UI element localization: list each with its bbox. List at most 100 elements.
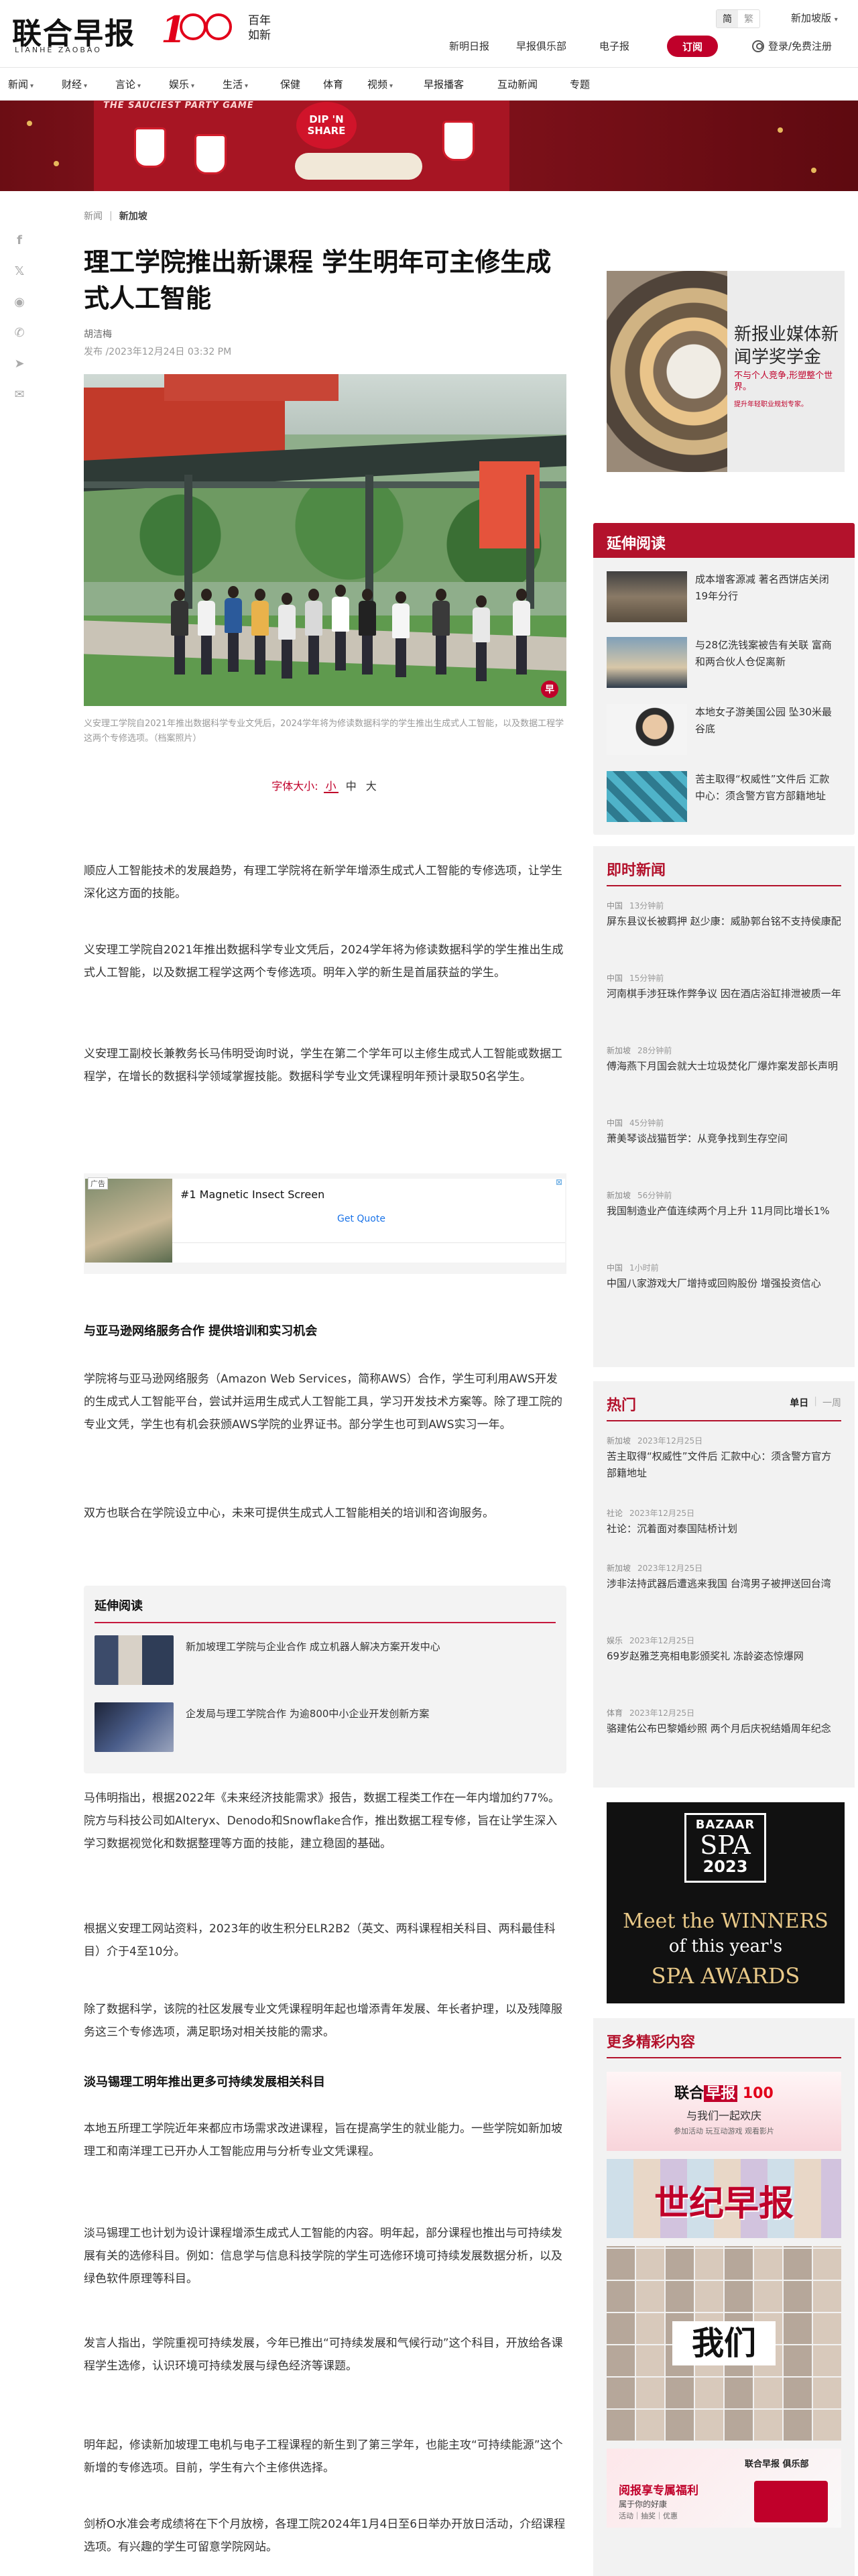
promo-subtitle: 不与个人竞争,形塑整个世界。 <box>734 371 833 392</box>
telegram-icon[interactable]: ➤ <box>11 355 28 372</box>
font-size-small[interactable]: 小 <box>323 777 339 793</box>
user-icon <box>752 40 764 52</box>
banner-creative: THE SAUCIEST PARTY GAME DIP 'N SHARE <box>94 101 509 191</box>
nav-item-health[interactable]: 保健 <box>280 77 300 91</box>
related-item[interactable]: 企发局与理工学院合作 为逾800中小企业开发创新方案 <box>95 1702 556 1755</box>
sidebar-related-item[interactable]: 苦主取得“权威性”文件后 汇款中心：须含警方官方部籍地址 <box>607 771 841 825</box>
wechat-icon[interactable]: ◉ <box>11 293 28 310</box>
share-rail: f 𝕏 ◉ ✆ ➤ ✉ <box>11 231 31 416</box>
breadcrumb: 新闻 | 新加坡 <box>84 208 566 224</box>
promo-title: 新报业媒体新闻学奖学金 <box>734 325 839 367</box>
zaobao-watermark-icon: 早 <box>541 681 558 698</box>
article-author[interactable]: 胡洁梅 <box>84 327 566 341</box>
lang-traditional[interactable]: 繁 <box>738 10 759 27</box>
article-paragraph: 义安理工副校长兼教务长马伟明受询时说，学生在第二个学年可以主修生成式人工智能或数… <box>84 1047 562 1084</box>
instant-news-headline: 河南棋手涉狂珠作弊争议 因在酒店浴缸排泄被质一年 <box>607 988 841 1000</box>
article-paragraph: 顺应人工智能技术的发展趋势，有理工学院将在新学年增添生成式人工智能的专修选项，让… <box>84 864 562 900</box>
font-size-large[interactable]: 大 <box>364 777 379 793</box>
sidebar-related-headline: 本地女子游美国公园 坠30米最谷底 <box>695 706 832 735</box>
ad-subline: of this year's <box>668 1936 783 1956</box>
ad-label: 广告 <box>88 1177 108 1189</box>
hot-news-item[interactable]: 新加坡 2023年12月25日 苦主取得“权威性”文件后 汇款中心：须含警方官方部… <box>607 1435 841 1482</box>
nav-item-sports[interactable]: 体育 <box>323 77 343 91</box>
related-headline: 企发局与理工学院合作 为逾800中小企业开发创新方案 <box>186 1708 430 1720</box>
site-logo[interactable]: 联合早报 LIANHE ZAOBAO 1 百年 如新 <box>12 8 280 55</box>
related-title: 延伸阅读 <box>95 1599 143 1613</box>
sidebar-related-title: 延伸阅读 <box>593 523 855 558</box>
hot-news-item[interactable]: 体育 2023年12月25日 骆建佑公布巴黎婚纱照 两个月后庆祝结婚周年纪念 <box>607 1707 841 1737</box>
instant-news-headline: 屏东县议长被羁押 赵少康：威胁郭台铭不支持侯康配 <box>607 915 841 927</box>
nav-item-special[interactable]: 专题 <box>570 77 590 91</box>
lang-simplified[interactable]: 简 <box>717 10 738 27</box>
tab-weekly[interactable]: 一周 <box>822 1396 841 1409</box>
link-epaper[interactable]: 电子报 <box>599 39 629 53</box>
article-paragraph: 根据义安理工网站资料，2023年的收生积分ELR2B2（英文、两科课程相关科目、… <box>84 1922 556 1958</box>
hot-news-item[interactable]: 娱乐 2023年12月25日 69岁赵雅芝亮相电影颁奖礼 冻龄姿态惊爆网 <box>607 1635 841 1665</box>
article-paragraph: 淡马锡理工也计划为设计课程增添生成式人工智能的内容。明年起，部分课程也推出与可持… <box>84 2227 562 2286</box>
twitter-x-icon[interactable]: 𝕏 <box>11 262 28 280</box>
instant-news-item[interactable]: 中国 15分钟前 河南棋手涉狂珠作弊争议 因在酒店浴缸排泄被质一年 <box>607 972 841 1002</box>
breadcrumb-news[interactable]: 新闻 <box>84 209 103 223</box>
instant-news-item[interactable]: 中国 1小时前 中国八家游戏大厂增持或回购股份 增强投资信心 <box>607 1262 841 1292</box>
link-xinmin[interactable]: 新明日报 <box>449 39 489 53</box>
whatsapp-icon[interactable]: ✆ <box>11 324 28 341</box>
tab-daily[interactable]: 单日 <box>790 1396 808 1409</box>
hot-news-item[interactable]: 社论 2023年12月25日 社论：沉着面对泰国陆桥计划 <box>607 1507 841 1537</box>
nav-item-entertainment[interactable]: 娱乐 ▾ <box>169 77 194 91</box>
centenary-slogan: 百年 如新 <box>248 14 271 42</box>
login-link[interactable]: 登录/免费注册 <box>752 39 832 53</box>
region-selector[interactable]: 新加坡版 ▾ <box>791 11 838 25</box>
related-item[interactable]: 新加坡理工学院与企业合作 成立机器人解决方案开发中心 <box>95 1635 556 1688</box>
inline-ad[interactable]: #1 Magnetic Insect Screen Get Quote 广告 ⊠ <box>84 1173 566 1274</box>
link-zaobao-club[interactable]: 早报俱乐部 <box>516 39 566 53</box>
centenary-promo-tile[interactable]: 联合 早报 100 与我们一起欢庆 参加活动 玩互动游戏 观看影片 <box>607 2072 841 2151</box>
chevron-down-icon: ▾ <box>191 82 195 90</box>
site-header: 联合早报 LIANHE ZAOBAO 1 百年 如新 简 繁 新加坡版 ▾ 新明… <box>0 0 858 67</box>
hot-news-headline: 社论：沉着面对泰国陆桥计划 <box>607 1523 738 1535</box>
article: 新闻 | 新加坡 理工学院推出新课程 学生明年可主修生成式人工智能 胡洁梅 发布… <box>84 208 566 793</box>
email-icon[interactable]: ✉ <box>11 386 28 403</box>
facebook-icon[interactable]: f <box>11 231 28 249</box>
nav-item-news[interactable]: 新闻 ▾ <box>8 77 34 91</box>
hot-tabs: 单日 | 一周 <box>790 1396 841 1409</box>
century-zaobao-tile[interactable]: 世纪早报 <box>607 2159 841 2238</box>
nav-item-video[interactable]: 视频 ▾ <box>367 77 393 91</box>
hot-news-headline: 涉非法持武器后遭逃来我国 台湾男子被押送回台湾 <box>607 1578 831 1590</box>
spa-awards-logo: BAZAAR SPA 2023 <box>684 1813 766 1883</box>
top-banner-ad[interactable]: THE SAUCIEST PARTY GAME DIP 'N SHARE <box>0 101 858 191</box>
ad-image <box>85 1179 172 1263</box>
spa-awards-ad[interactable]: BAZAAR SPA 2023 Meet the WINNERS of this… <box>607 1802 845 2003</box>
hero-image: 早 <box>84 374 566 706</box>
ad-title[interactable]: #1 Magnetic Insect Screen <box>180 1188 324 1201</box>
subscribe-button[interactable]: 订阅 <box>667 36 718 57</box>
font-size-medium[interactable]: 中 <box>344 777 359 793</box>
ad-cta-link[interactable]: Get Quote <box>337 1214 385 1224</box>
ad-close-icon[interactable]: ⊠ <box>556 1177 562 1187</box>
chevron-down-icon: ▾ <box>834 16 838 23</box>
sidebar-related-item[interactable]: 与28亿洗钱案被告有关联 富商和两合伙人仓促离新 <box>607 637 841 691</box>
sidebar-related-item[interactable]: 本地女子游美国公园 坠30米最谷底 <box>607 704 841 758</box>
hot-news-item[interactable]: 新加坡 2023年12月25日 涉非法持武器后遭逃来我国 台湾男子被押送回台湾 <box>607 1562 841 1592</box>
nav-item-podcast[interactable]: 早报播客 <box>424 77 464 91</box>
zaobao-club-tile[interactable]: 联合早报 俱乐部 阅报享专属福利 属于你的好康 活动｜抽奖｜优惠 <box>607 2449 841 2528</box>
instant-news-headline: 傅海燕下月国会就大士垃圾焚化厂爆炸案发部长声明 <box>607 1060 839 1072</box>
breadcrumb-singapore[interactable]: 新加坡 <box>119 209 147 223</box>
cup-graphic <box>134 127 166 168</box>
sidebar-related-item[interactable]: 成本增客源减 著名西饼店关闭19年分行 <box>607 571 841 625</box>
nav-item-opinion[interactable]: 言论 ▾ <box>115 77 141 91</box>
sidebar-hot: 热门 单日 | 一周 新加坡 2023年12月25日 苦主取得“权威性”文件后 汇… <box>593 1381 855 1788</box>
sidebar-thumbnail <box>607 704 687 755</box>
nav-item-interactive[interactable]: 互动新闻 <box>497 77 538 91</box>
sidebar-thumbnail <box>607 571 687 622</box>
portrait-wall-tile[interactable]: 我们 <box>607 2246 841 2441</box>
instant-news-item[interactable]: 中国 45分钟前 萧美琴谈战猫哲学：从竞争找到生存空间 <box>607 1117 841 1147</box>
nav-item-finance[interactable]: 财经 ▾ <box>62 77 87 91</box>
nav-item-lifestyle[interactable]: 生活 ▾ <box>223 77 248 91</box>
ornament <box>27 121 32 126</box>
instant-news-item[interactable]: 中国 13分钟前 屏东县议长被羁押 赵少康：威胁郭台铭不支持侯康配 <box>607 900 841 930</box>
instant-news-item[interactable]: 新加坡 28分钟前 傅海燕下月国会就大士垃圾焚化厂爆炸案发部长声明 <box>607 1045 841 1075</box>
scholarship-promo[interactable]: 新报业媒体新闻学奖学金 不与个人竞争,形塑整个世界。 提升年轻职业规划专家。 <box>607 271 845 472</box>
instant-news-item[interactable]: 新加坡 56分钟前 我国制造业产值连续两个月上升 11月同比增长1% <box>607 1189 841 1220</box>
article-paragraph: 除了数据科学，该院的社区发展专业文凭课程明年起也增添青年发展、年长者护理，以及残… <box>84 2003 562 2039</box>
hot-news-headline: 苦主取得“权威性”文件后 汇款中心：须含警方官方部籍地址 <box>607 1450 832 1479</box>
